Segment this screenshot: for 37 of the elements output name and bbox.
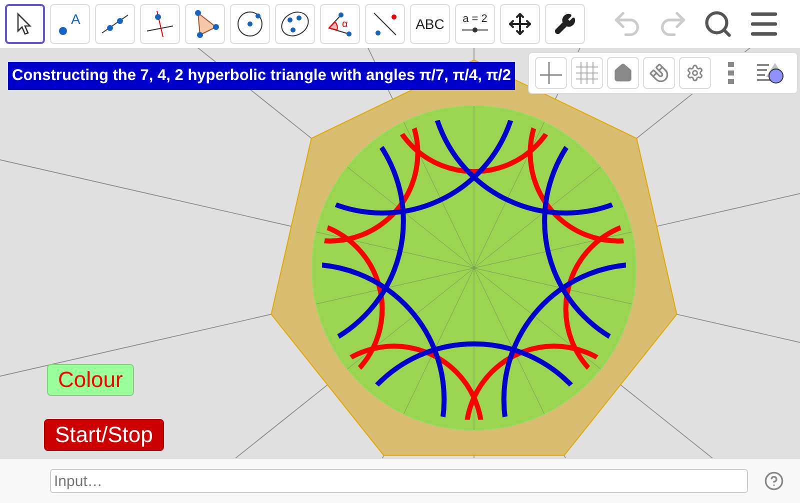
help-icon[interactable] bbox=[764, 471, 784, 491]
settings-icon bbox=[686, 64, 704, 82]
colour-button[interactable]: Colour bbox=[47, 364, 134, 396]
angle-tool[interactable]: α bbox=[320, 4, 360, 44]
ellipse-icon bbox=[279, 9, 311, 39]
move-view-tool[interactable] bbox=[500, 4, 540, 44]
grid-icon bbox=[575, 61, 599, 85]
axes-toggle[interactable] bbox=[535, 57, 567, 89]
circle-icon bbox=[235, 9, 265, 39]
settings-button[interactable] bbox=[679, 57, 711, 89]
grid-toggle[interactable] bbox=[571, 57, 603, 89]
wrench-icon bbox=[554, 13, 576, 35]
search-button[interactable] bbox=[703, 9, 733, 39]
home-button[interactable] bbox=[607, 57, 639, 89]
move-arrows-icon bbox=[508, 12, 532, 36]
perpendicular-tool[interactable] bbox=[140, 4, 180, 44]
input-field[interactable]: Input… bbox=[50, 469, 748, 493]
tools-button[interactable] bbox=[545, 4, 585, 44]
home-icon bbox=[613, 63, 633, 83]
point-tool[interactable]: A bbox=[50, 4, 90, 44]
axes-icon bbox=[539, 61, 563, 85]
line-tool[interactable] bbox=[95, 4, 135, 44]
construction-title: Constructing the 7, 4, 2 hyperbolic triangle with angles π/7, π/4, π/2 bbox=[8, 62, 515, 90]
magnet-icon bbox=[649, 63, 669, 83]
move-tool[interactable] bbox=[5, 4, 45, 44]
circle-tool[interactable] bbox=[230, 4, 270, 44]
start-stop-button[interactable]: Start/Stop bbox=[44, 419, 164, 451]
text-tool[interactable]: ABC bbox=[410, 4, 450, 44]
more-icon bbox=[728, 62, 734, 84]
conic-tool[interactable] bbox=[275, 4, 315, 44]
reflect-tool[interactable] bbox=[365, 4, 405, 44]
graphics-view-icon bbox=[755, 61, 787, 85]
polygon-tool[interactable] bbox=[185, 4, 225, 44]
slider-tool[interactable]: a = 2 bbox=[455, 4, 495, 44]
perpendicular-lines-icon bbox=[145, 9, 175, 39]
search-icon bbox=[703, 9, 733, 39]
snap-button[interactable] bbox=[643, 57, 675, 89]
